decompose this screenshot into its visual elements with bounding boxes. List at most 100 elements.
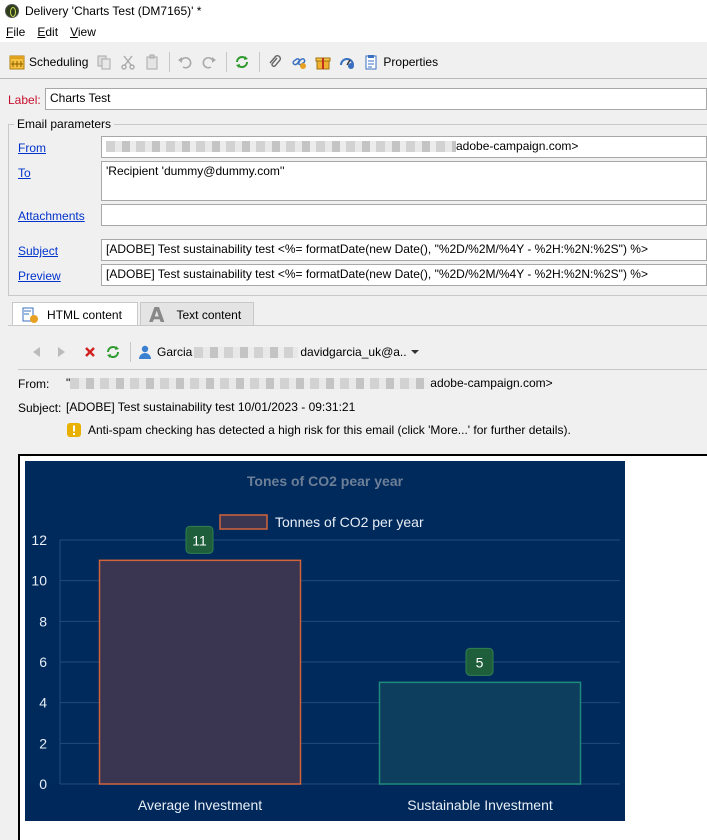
- toolbar-separator: [226, 52, 228, 72]
- chart-title: Tones of CO2 pear year: [247, 473, 404, 489]
- subject-link[interactable]: Subject: [18, 244, 58, 258]
- bar-sustainable-investment: [378, 681, 582, 785]
- cut-button[interactable]: [117, 50, 139, 74]
- data-label: 11: [192, 532, 207, 548]
- y-tick-label: 6: [39, 654, 47, 670]
- from-link[interactable]: From: [18, 141, 46, 155]
- close-icon: [85, 347, 95, 357]
- y-tick-label: 12: [31, 532, 47, 548]
- legend-label: Tonnes of CO2 per year: [275, 514, 424, 530]
- tab-html-content[interactable]: HTML content: [12, 302, 138, 326]
- menu-bar: File Edit View: [0, 22, 707, 42]
- attachments-link[interactable]: Attachments: [18, 209, 85, 223]
- subject-field[interactable]: [ADOBE] Test sustainability test <%= for…: [101, 239, 707, 261]
- toolbar-separator: [259, 52, 261, 72]
- chevron-down-icon: [410, 350, 419, 354]
- clipboard-icon: [146, 54, 158, 70]
- to-field[interactable]: 'Recipient 'dummy@dummy.com'': [101, 161, 707, 201]
- scheduling-button[interactable]: Scheduling: [6, 50, 91, 74]
- window-title: Delivery 'Charts Test (DM7165)' *: [25, 4, 202, 18]
- data-label: 5: [476, 654, 484, 670]
- copy-button[interactable]: [93, 50, 115, 74]
- x-tick-label: Average Investment: [138, 797, 262, 813]
- undo-button[interactable]: [174, 50, 196, 74]
- link-icon: [292, 58, 307, 69]
- previous-button[interactable]: [26, 340, 48, 364]
- y-tick-label: 2: [39, 735, 47, 751]
- email-parameters-title: Email parameters: [14, 117, 115, 131]
- tab-text-label: Text content: [176, 307, 242, 322]
- label-caption: Label:: [8, 93, 41, 107]
- properties-button[interactable]: Properties: [360, 50, 441, 74]
- approval-button[interactable]: [336, 50, 358, 74]
- toolbar-separator: [130, 342, 131, 362]
- y-tick-label: 4: [39, 695, 47, 711]
- redacted-recipient: [194, 346, 299, 358]
- chart-container: Tones of CO2 pear year 0 2 4 6 8 10 12 Tonnes of…: [25, 461, 625, 821]
- y-tick-label: 8: [39, 613, 47, 629]
- from-field-value: adobe-campaign.com>: [456, 139, 579, 153]
- properties-icon: [365, 55, 377, 70]
- menu-view[interactable]: View: [70, 25, 96, 39]
- user-icon: [139, 345, 151, 359]
- arrow-left-icon: [33, 347, 40, 357]
- tab-panel-border: [8, 325, 707, 326]
- preview-toolbar: Garcia davidgarcia_uk@a..: [18, 338, 707, 366]
- co2-bar-chart: Tones of CO2 pear year 0 2 4 6 8 10 12 Tonnes of…: [25, 473, 625, 821]
- preview-from-caption: From:: [18, 377, 50, 391]
- calendar-icon: [9, 55, 25, 70]
- redo-icon: [202, 57, 217, 69]
- gauge-icon: [340, 58, 355, 69]
- text-content-icon: A: [149, 302, 165, 327]
- toolbar-divider: [0, 78, 707, 79]
- preview-link[interactable]: Preview: [18, 269, 61, 283]
- main-toolbar: Scheduling Properties: [0, 48, 707, 76]
- to-link[interactable]: To: [18, 166, 31, 180]
- redacted-sender: [106, 141, 456, 153]
- copy-icon: [97, 55, 111, 70]
- refresh-preview-button[interactable]: [102, 340, 124, 364]
- spam-warning: Anti-spam checking has detected a high r…: [66, 422, 571, 438]
- tab-text-content[interactable]: A Text content: [140, 302, 254, 327]
- next-button[interactable]: [50, 340, 72, 364]
- toolbar-separator: [169, 52, 171, 72]
- paperclip-icon: [269, 55, 282, 67]
- preview-toolbar-divider: [18, 369, 707, 370]
- redacted-sender: [70, 378, 431, 390]
- gift-icon: [315, 57, 331, 70]
- y-tick-label: 0: [39, 776, 47, 792]
- arrow-right-icon: [58, 347, 65, 357]
- label-field[interactable]: Charts Test: [45, 88, 707, 110]
- preview-field[interactable]: [ADOBE] Test sustainability test <%= for…: [101, 264, 707, 286]
- from-field[interactable]: adobe-campaign.com>: [101, 136, 707, 158]
- link-button[interactable]: [288, 50, 310, 74]
- app-icon: [5, 4, 19, 18]
- close-preview-button[interactable]: [80, 340, 100, 364]
- scissors-icon: [121, 55, 136, 70]
- refresh-icon: [107, 346, 119, 358]
- spam-warning-text: Anti-spam checking has detected a high r…: [88, 423, 571, 437]
- recipient-selector[interactable]: Garcia davidgarcia_uk@a..: [135, 340, 423, 364]
- recipient-first-name: Garcia: [157, 345, 193, 359]
- attach-button[interactable]: [264, 50, 286, 74]
- paste-button[interactable]: [141, 50, 163, 74]
- tab-html-label: HTML content: [47, 307, 122, 322]
- html-content-icon: [22, 307, 38, 323]
- properties-label: Properties: [383, 55, 439, 69]
- preview-subject-value: [ADOBE] Test sustainability test 10/01/2…: [66, 400, 356, 414]
- window-title-bar: Delivery 'Charts Test (DM7165)' *: [0, 0, 707, 22]
- recipient-email: davidgarcia_uk@a..: [300, 345, 407, 359]
- x-tick-label: Sustainable Investment: [407, 797, 553, 813]
- y-tick-label: 10: [31, 573, 47, 589]
- attachments-field[interactable]: [101, 204, 707, 226]
- refresh-button[interactable]: [231, 50, 253, 74]
- preview-from-value: " adobe-campaign.com>: [66, 376, 553, 390]
- redo-button[interactable]: [198, 50, 220, 74]
- menu-file[interactable]: File: [6, 25, 25, 39]
- preview-from-suffix: adobe-campaign.com>: [430, 376, 553, 390]
- warning-icon: [67, 423, 81, 437]
- menu-edit[interactable]: Edit: [37, 25, 58, 39]
- offer-button[interactable]: [312, 50, 334, 74]
- bar-average-investment: [98, 559, 302, 785]
- undo-icon: [178, 57, 192, 69]
